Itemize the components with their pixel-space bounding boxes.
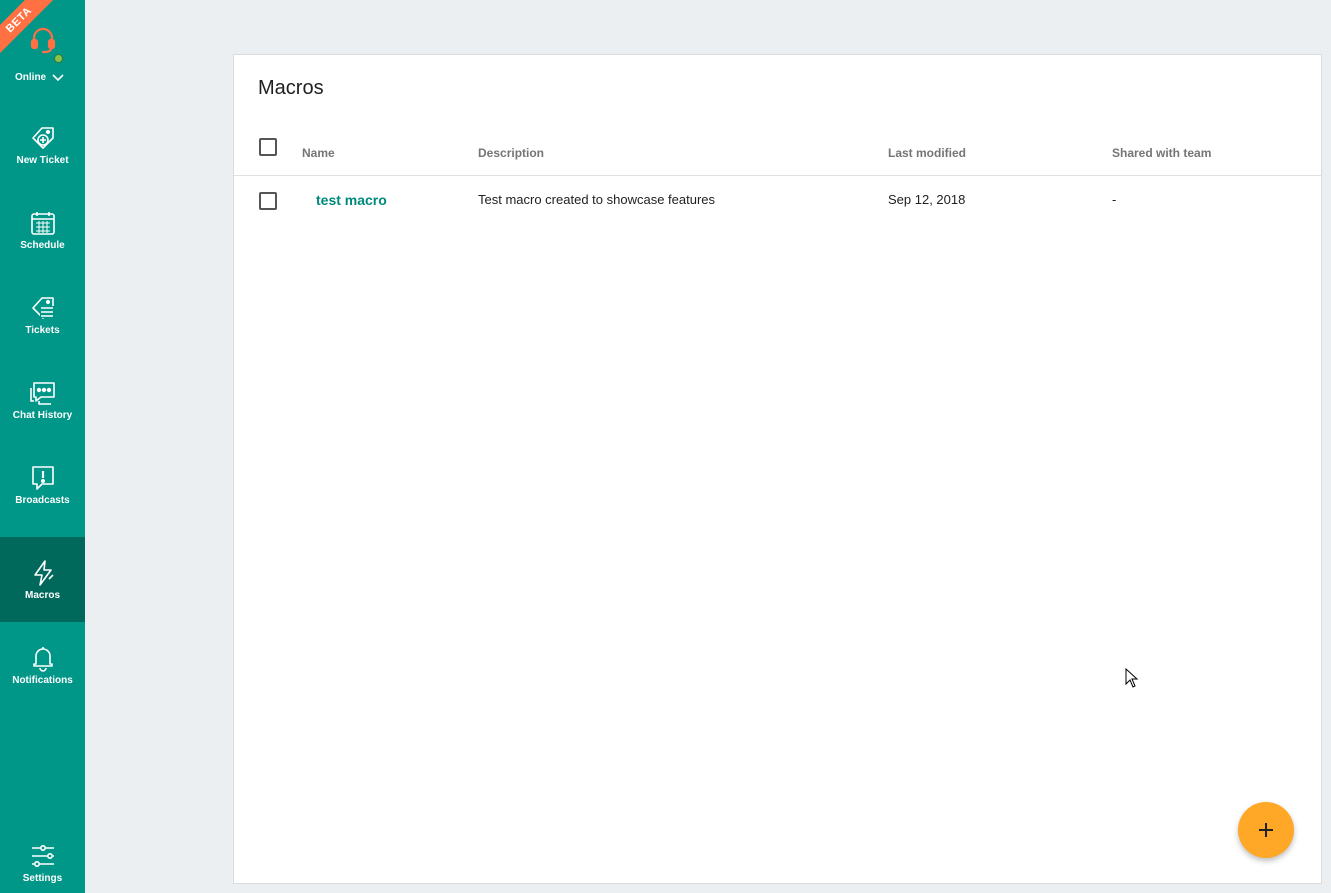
chevron-down-icon: [52, 74, 64, 82]
macro-shared: -: [1112, 192, 1117, 207]
sidebar-item-notifications[interactable]: Notifications: [0, 622, 85, 707]
sidebar: BETA Online New Ticket Schedule Tickets …: [0, 0, 85, 893]
lightning-icon: [33, 559, 54, 586]
page-title: Macros: [258, 77, 324, 99]
sidebar-item-new-ticket[interactable]: New Ticket: [0, 102, 85, 187]
column-header-last-modified[interactable]: Last modified: [888, 146, 966, 160]
new-ticket-icon: [31, 126, 54, 149]
calendar-icon: [30, 211, 55, 235]
macro-last-modified: Sep 12, 2018: [888, 192, 966, 207]
status-indicator: [54, 54, 63, 63]
add-macro-button[interactable]: [1238, 802, 1294, 858]
macro-description: Test macro created to showcase features: [478, 192, 716, 207]
mouse-pointer-icon: [1125, 668, 1139, 688]
sidebar-item-label: Chat History: [12, 409, 73, 421]
chat-history-icon: [29, 381, 55, 405]
column-header-description[interactable]: Description: [478, 146, 544, 160]
sidebar-item-label: Schedule: [20, 239, 65, 251]
agent-status-toggle[interactable]: Online: [0, 0, 85, 100]
sidebar-item-label: New Ticket: [16, 154, 69, 166]
select-all-checkbox[interactable]: [259, 138, 277, 156]
bell-icon: [32, 646, 53, 672]
sidebar-item-tickets[interactable]: Tickets: [0, 272, 85, 357]
sidebar-item-chat-history[interactable]: Chat History: [0, 357, 85, 442]
sidebar-item-label: Notifications: [12, 674, 73, 686]
table-header: Name Description Last modified Shared wi…: [234, 123, 1321, 176]
table-row[interactable]: test macro Test macro created to showcas…: [234, 177, 1321, 225]
plus-icon: [1259, 823, 1273, 837]
sidebar-item-broadcasts[interactable]: Broadcasts: [0, 442, 85, 527]
broadcast-icon: [31, 465, 54, 490]
sidebar-item-label: Tickets: [25, 324, 60, 336]
sidebar-item-label: Settings: [22, 873, 63, 884]
sidebar-item-settings[interactable]: Settings: [0, 833, 85, 893]
headset-icon: [30, 27, 56, 54]
sidebar-item-label: Broadcasts: [15, 494, 70, 506]
sidebar-item-macros[interactable]: Macros: [0, 537, 85, 622]
column-header-shared[interactable]: Shared with team: [1112, 146, 1211, 160]
macro-name-link[interactable]: test macro: [316, 192, 387, 208]
status-label: Online: [15, 72, 47, 83]
sliders-icon: [31, 844, 54, 867]
sidebar-item-schedule[interactable]: Schedule: [0, 187, 85, 272]
tickets-icon: [31, 296, 54, 319]
macros-panel: Macros Name Description Last modified Sh…: [233, 54, 1322, 884]
column-header-name[interactable]: Name: [302, 146, 335, 160]
sidebar-item-label: Macros: [24, 589, 60, 601]
row-checkbox[interactable]: [259, 192, 277, 210]
